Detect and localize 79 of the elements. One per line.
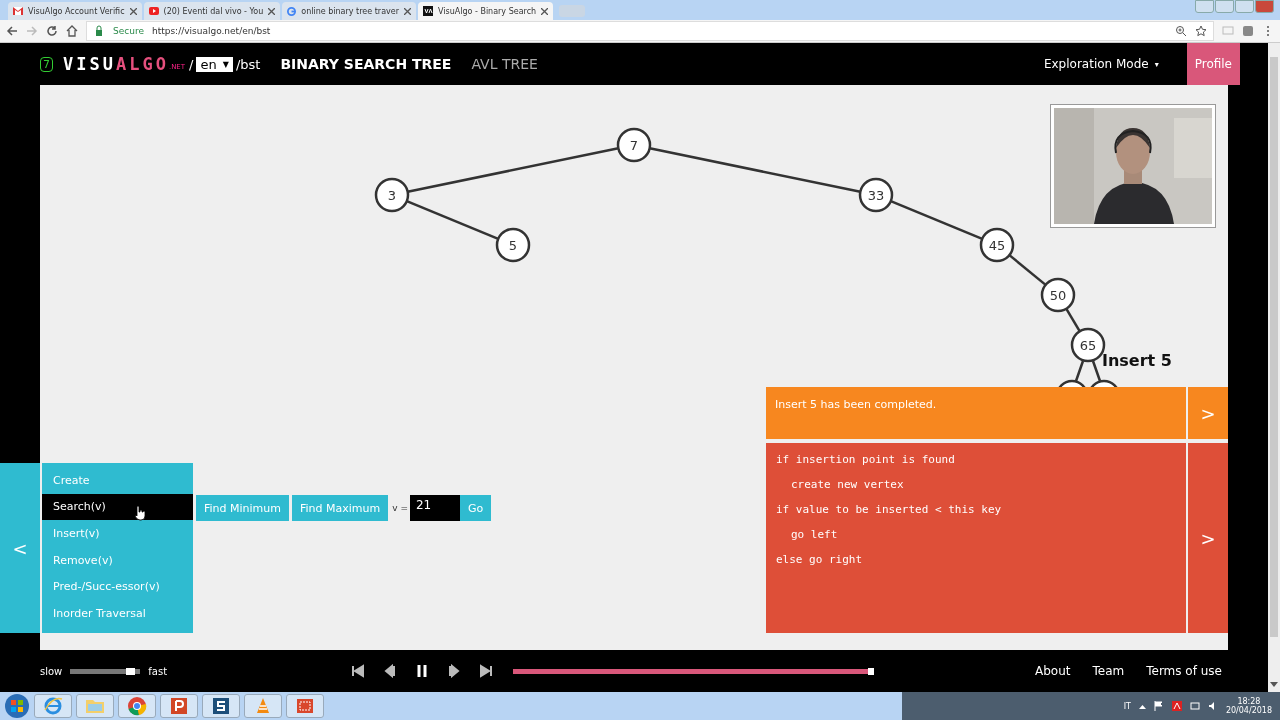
speed-slider-thumb[interactable] [126, 667, 136, 675]
extension-icon[interactable] [1242, 25, 1254, 37]
tree-edge [1008, 254, 1047, 286]
pause-icon[interactable] [415, 664, 430, 678]
value-field[interactable]: 21 [410, 495, 460, 521]
tree-node[interactable] [1040, 277, 1076, 313]
code-line: create new vertex [790, 477, 905, 492]
profile-button[interactable]: Profile [1186, 43, 1240, 85]
next-code-button[interactable]: > [1188, 443, 1228, 633]
skip-end-icon[interactable] [479, 664, 494, 678]
path-separator: / [189, 56, 194, 72]
hand-cursor-icon [134, 505, 146, 521]
logo-accent-text[interactable]: ALGO [115, 54, 169, 74]
star-icon[interactable] [1195, 25, 1207, 37]
node-value: 33 [867, 188, 885, 203]
tree-node[interactable] [616, 127, 652, 163]
browser-tab[interactable]: VisuAlgo Account Verific [8, 2, 142, 20]
home-icon[interactable] [66, 25, 78, 37]
start-button[interactable] [4, 693, 30, 719]
browser-icon[interactable] [43, 696, 63, 716]
skip-start-icon[interactable] [351, 664, 366, 678]
close-icon[interactable] [541, 7, 549, 15]
tree-node[interactable] [858, 177, 894, 213]
network-icon[interactable] [1189, 701, 1200, 711]
topic-tab[interactable]: BINARY SEARCH TREE [280, 56, 452, 72]
mode-dropdown[interactable]: Exploration Mode ▾ [1043, 57, 1159, 71]
browser-tab[interactable]: (20) Eventi dal vivo - You [143, 2, 281, 20]
node-value: 5 [508, 238, 518, 253]
close-icon[interactable] [404, 7, 411, 15]
scrollbar-thumb[interactable] [1270, 57, 1278, 637]
search-engine-icon [287, 6, 297, 16]
code-line: go left [790, 527, 839, 542]
close-icon[interactable] [268, 7, 276, 15]
play-icon [148, 7, 159, 15]
tree-node[interactable] [374, 177, 410, 213]
input-language[interactable]: IT [1123, 701, 1131, 711]
code-line: if insertion point is found [776, 452, 956, 467]
operation-title: Insert 5 [1102, 351, 1172, 370]
logo-number: 7 [40, 56, 53, 72]
value-label: v = [392, 503, 408, 513]
status-message: Insert 5 has been completed. [766, 387, 1186, 439]
logo-text[interactable]: VISU [63, 54, 116, 74]
close-icon[interactable] [129, 7, 137, 15]
lock-icon [93, 25, 105, 37]
browser-tab[interactable]: VisuAlgo - Binary Search [418, 2, 554, 20]
step-back-icon[interactable] [383, 664, 398, 678]
node-value: 3 [387, 188, 397, 203]
footer-link[interactable]: About [1035, 664, 1071, 678]
page-path: /bst [235, 56, 261, 72]
scroll-down-icon[interactable] [1270, 682, 1278, 688]
code-line: else go right [776, 552, 864, 567]
flag-icon[interactable] [1153, 701, 1164, 711]
address-field[interactable]: Secure https://visualgo.net/en/bst [86, 21, 1214, 41]
menu-item[interactable]: Search(v) [42, 493, 193, 521]
fast-label: fast [148, 665, 168, 677]
clock[interactable]: 18:28 20/04/2018 [1225, 697, 1272, 715]
zoom-icon[interactable] [1175, 25, 1187, 37]
mail-icon [13, 7, 23, 15]
site-icon [423, 6, 433, 16]
tray-expand-icon[interactable] [1138, 703, 1146, 709]
topic-tab[interactable]: AVL TREE [471, 56, 538, 72]
footer-link[interactable]: Team [1092, 664, 1125, 678]
slow-label: slow [40, 665, 63, 677]
footer-link[interactable]: Terms of use [1146, 664, 1222, 678]
back-icon[interactable] [6, 25, 18, 37]
tree-node[interactable] [495, 227, 531, 263]
node-value: 7 [629, 138, 639, 153]
tree-edge [1065, 308, 1081, 332]
node-value: 65 [1079, 338, 1097, 353]
progress-thumb[interactable] [867, 667, 874, 675]
node-value: 45 [988, 238, 1006, 253]
tree-node[interactable] [979, 227, 1015, 263]
presentation-icon[interactable] [169, 696, 189, 716]
browser-tab[interactable]: online binary tree traver [282, 2, 416, 20]
code-line: if value to be inserted < this key [776, 502, 1003, 517]
node-value: 50 [1049, 288, 1067, 303]
step-forward-icon[interactable] [447, 664, 462, 678]
reload-icon[interactable] [46, 25, 58, 37]
language-select[interactable]: en ▼ [196, 56, 233, 72]
